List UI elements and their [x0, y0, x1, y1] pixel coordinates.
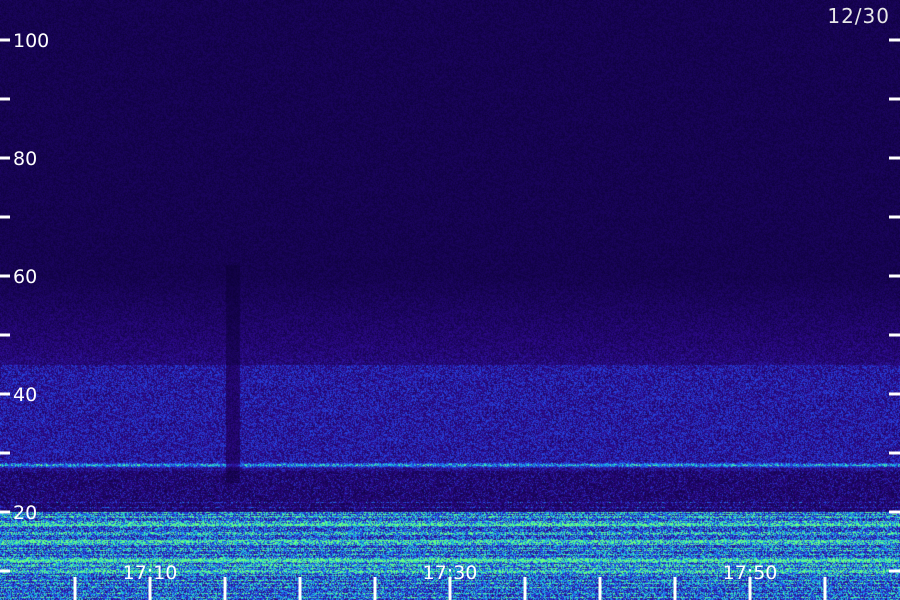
x-tick-label-1750: 17:50 — [723, 562, 778, 584]
y-tick-label-100: 100 — [13, 30, 49, 52]
spectrogram-panel: 100 80 60 40 20 17:10 17:30 17:50 12/30 — [0, 0, 900, 600]
y-axis-left: 100 80 60 40 20 — [0, 30, 49, 573]
y-tick-label-80: 80 — [13, 148, 37, 170]
x-tick-label-1730: 17:30 — [423, 562, 478, 584]
axis-overlay: 100 80 60 40 20 17:10 17:30 17:50 — [0, 30, 900, 600]
date-label: 12/30 — [827, 4, 890, 28]
y-tick-label-20: 20 — [13, 502, 37, 524]
x-axis: 17:10 17:30 17:50 — [73, 562, 827, 600]
x-tick-label-1710: 17:10 — [123, 562, 178, 584]
y-tick-label-40: 40 — [13, 384, 37, 406]
y-axis-right — [889, 38, 900, 573]
y-tick-label-60: 60 — [13, 266, 37, 288]
